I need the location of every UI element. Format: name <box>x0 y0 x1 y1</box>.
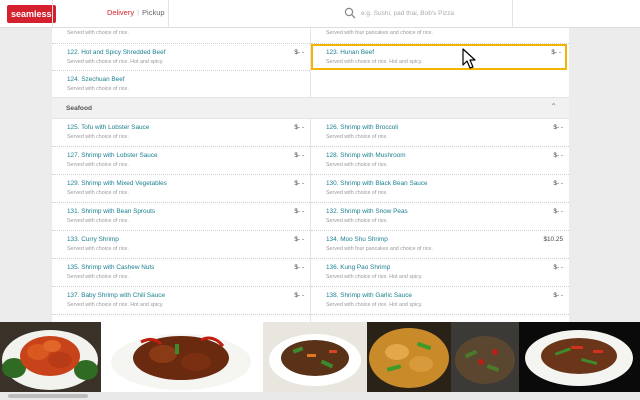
header-divider <box>512 0 513 28</box>
item-description: Served with choice of rice. <box>326 218 388 224</box>
item-price: $- - <box>294 124 304 131</box>
header-divider <box>168 0 169 28</box>
item-name[interactable]: 127. Shrimp with Lobster Sauce <box>67 152 158 159</box>
menu-item[interactable]: 124. Szechuan Beef Served with choice of… <box>52 71 310 98</box>
item-price: $- - <box>551 49 561 56</box>
menu-item[interactable]: Served with four pancakes and choice of … <box>311 28 569 44</box>
seamless-logo[interactable]: seamless <box>7 5 56 23</box>
menu-item[interactable]: Served with choice of rice. <box>52 28 310 44</box>
item-description: Served with choice of rice. <box>326 190 388 196</box>
item-name[interactable]: 123. Hunan Beef <box>326 49 374 56</box>
item-name[interactable]: 132. Shrimp with Snow Peas <box>326 208 408 215</box>
item-description: Served with choice of rice. <box>67 134 129 140</box>
mouse-pointer-icon <box>462 48 476 69</box>
food-photo[interactable] <box>0 322 101 392</box>
item-name[interactable]: 130. Shrimp with Black Bean Sauce <box>326 180 428 187</box>
item-price: $- - <box>294 49 304 56</box>
food-photo[interactable] <box>263 322 367 392</box>
item-name[interactable]: 138. Shrimp with Garlic Sauce <box>326 292 412 299</box>
item-name[interactable]: 122. Hot and Spicy Shredded Beef <box>67 49 165 56</box>
item-price: $- - <box>553 180 563 187</box>
menu-item-highlighted[interactable]: 123. Hunan Beef Served with choice of ri… <box>311 44 567 70</box>
item-name[interactable]: 125. Tofu with Lobster Sauce <box>67 124 149 131</box>
menu-item[interactable]: 125. Tofu with Lobster Sauce Served with … <box>52 119 310 147</box>
item-description: Served with choice of rice. Hot and spic… <box>326 274 423 280</box>
delivery-option[interactable]: Delivery <box>107 8 134 17</box>
section-header-seafood[interactable]: Seafood ⌃ <box>52 97 569 119</box>
item-description: Served with choice of rice. <box>67 162 129 168</box>
horizontal-scrollbar[interactable] <box>0 392 640 400</box>
food-photo[interactable] <box>101 322 263 392</box>
item-price: $- - <box>294 152 304 159</box>
item-description: Served with four pancakes and choice of … <box>326 246 433 252</box>
search-icon <box>344 7 356 19</box>
section-title: Seafood <box>66 105 93 112</box>
item-price: $- - <box>294 264 304 271</box>
item-name[interactable]: 129. Shrimp with Mixed Vegetables <box>67 180 167 187</box>
search-input[interactable]: e.g. Sushi, pad thai, Bob's Pizza <box>344 7 524 21</box>
item-description: Served with four pancakes and choice of … <box>326 30 433 36</box>
item-description: Served with choice of rice. <box>67 190 129 196</box>
menu-item[interactable]: 129. Shrimp with Mixed Vegetables Served … <box>52 175 310 203</box>
item-description: Served with choice of rice. <box>67 218 129 224</box>
item-name[interactable]: 137. Baby Shrimp with Chili Sauce <box>67 292 165 299</box>
item-description: Served with choice of rice. Hot and spic… <box>67 59 164 65</box>
menu-item[interactable]: 137. Baby Shrimp with Chili Sauce Served … <box>52 287 310 315</box>
item-price: $- - <box>553 292 563 299</box>
item-description: Served with choice of rice. <box>326 134 388 140</box>
item-name[interactable]: 134. Moo Shu Shrimp <box>326 236 388 243</box>
item-price: $- - <box>553 264 563 271</box>
item-name[interactable]: 128. Shrimp with Mushroom <box>326 152 406 159</box>
item-name[interactable]: 131. Shrimp with Bean Sprouts <box>67 208 155 215</box>
item-description: Served with choice of rice. Hot and spic… <box>326 59 423 65</box>
item-name[interactable]: 135. Shrimp with Cashew Nuts <box>67 264 154 271</box>
item-name[interactable]: 124. Szechuan Beef <box>67 76 125 83</box>
menu-item[interactable]: 131. Shrimp with Bean Sprouts Served with… <box>52 203 310 231</box>
item-name[interactable]: 136. Kung Pao Shrimp <box>326 264 390 271</box>
pickup-option[interactable]: Pickup <box>142 8 165 17</box>
menu-item[interactable]: 127. Shrimp with Lobster Sauce Served wit… <box>52 147 310 175</box>
item-price: $- - <box>553 124 563 131</box>
menu-item[interactable]: 128. Shrimp with Mushroom Served with cho… <box>311 147 569 175</box>
item-price: $- - <box>553 152 563 159</box>
menu-item[interactable]: 133. Curry Shrimp Served with choice of r… <box>52 231 310 259</box>
item-price: $- - <box>294 236 304 243</box>
item-price: $- - <box>294 292 304 299</box>
item-name[interactable]: 133. Curry Shrimp <box>67 236 119 243</box>
item-price: $- - <box>553 208 563 215</box>
item-description: Served with choice of rice. Hot and spic… <box>326 302 423 308</box>
menu-item[interactable]: 138. Shrimp with Garlic Sauce Served with… <box>311 287 569 315</box>
item-price: $10.25 <box>543 236 563 243</box>
chevron-up-icon[interactable]: ⌃ <box>550 102 557 111</box>
item-description: Served with choice of rice. Hot and spic… <box>67 302 164 308</box>
menu-item[interactable]: 122. Hot and Spicy Shredded Beef Served … <box>52 44 310 71</box>
food-photo[interactable] <box>519 322 640 392</box>
menu-item[interactable]: 126. Shrimp with Broccoli Served with cho… <box>311 119 569 147</box>
search-placeholder: e.g. Sushi, pad thai, Bob's Pizza <box>361 10 455 17</box>
food-photo[interactable] <box>451 322 519 392</box>
menu-item[interactable]: 134. Moo Shu Shrimp Served with four panc… <box>311 231 569 259</box>
item-description: Served with choice of rice. <box>67 246 129 252</box>
food-photo[interactable] <box>367 322 451 392</box>
menu-item[interactable]: 130. Shrimp with Black Bean Sauce Served … <box>311 175 569 203</box>
food-photo-strip <box>0 322 640 392</box>
item-description: Served with choice of rice. <box>67 86 129 92</box>
item-price: $- - <box>294 208 304 215</box>
item-price: $- - <box>294 180 304 187</box>
scrollbar-thumb[interactable] <box>8 394 88 398</box>
item-description: Served with choice of rice. <box>67 30 129 36</box>
item-description: Served with choice of rice. <box>326 162 388 168</box>
menu-item[interactable]: 136. Kung Pao Shrimp Served with choice o… <box>311 259 569 287</box>
item-description: Served with choice of rice. <box>67 274 129 280</box>
menu-item[interactable]: 132. Shrimp with Snow Peas Served with ch… <box>311 203 569 231</box>
order-mode-toggle: Delivery | Pickup <box>107 8 165 17</box>
item-name[interactable]: 126. Shrimp with Broccoli <box>326 124 398 131</box>
header-divider <box>52 0 53 28</box>
column-divider <box>310 28 311 97</box>
top-header: seamless Delivery | Pickup e.g. Sushi, pad… <box>0 0 640 28</box>
menu-item[interactable]: 135. Shrimp with Cashew Nuts Served with … <box>52 259 310 287</box>
